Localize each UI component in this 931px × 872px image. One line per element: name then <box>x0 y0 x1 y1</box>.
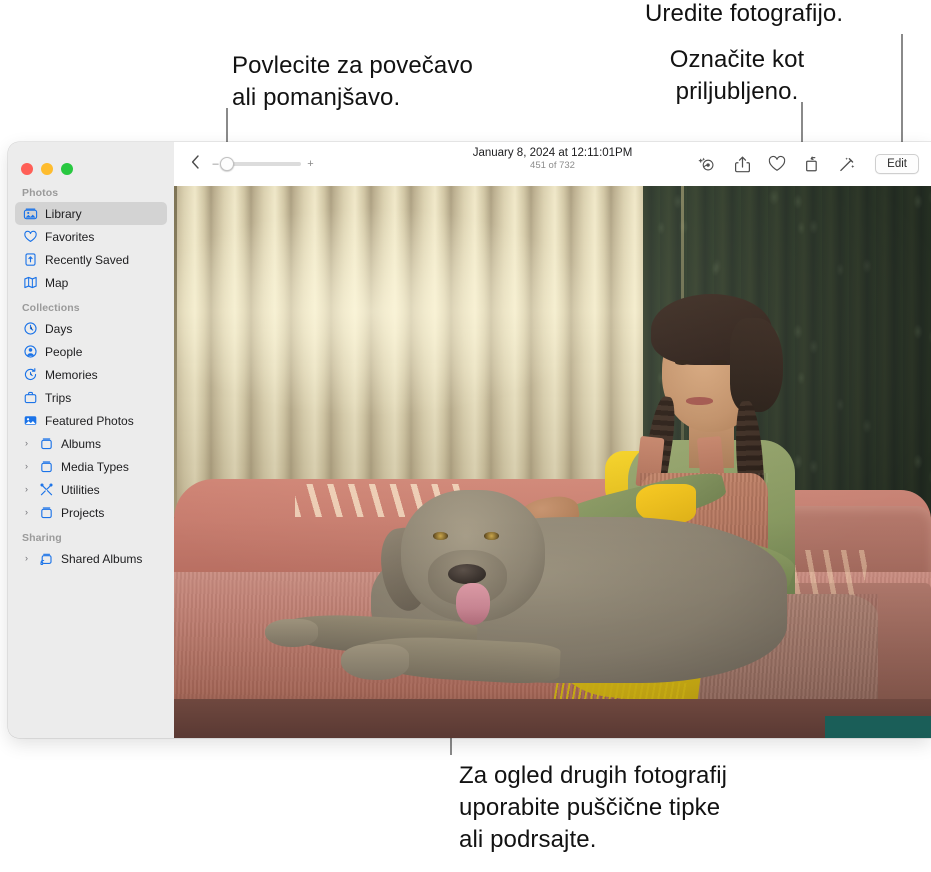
sidebar-item-recently-saved[interactable]: Recently Saved <box>15 248 167 271</box>
sidebar-item-label: Trips <box>45 390 72 405</box>
zoom-slider-thumb[interactable] <box>220 157 234 171</box>
callout-favorite: Označite kot priljubljeno. <box>669 46 805 105</box>
sidebar-item-media-types[interactable]: › Media Types <box>15 455 167 478</box>
chevron-left-icon <box>190 154 201 175</box>
chevron-right-icon[interactable]: › <box>22 439 31 448</box>
sidebar-item-featured-photos[interactable]: Featured Photos <box>15 409 167 432</box>
chevron-right-icon[interactable]: › <box>22 508 31 517</box>
sidebar-item-label: Shared Albums <box>61 551 143 566</box>
shared-album-icon <box>38 551 54 567</box>
minimize-button[interactable] <box>41 162 53 175</box>
chevron-right-icon[interactable]: › <box>22 485 31 494</box>
trips-icon <box>22 390 38 406</box>
photo-color-grade <box>174 186 931 738</box>
callout-navigate: Za ogled drugih fotografij uporabite puš… <box>459 762 728 853</box>
toolbar-actions: Edit <box>698 154 919 174</box>
sidebar-item-label: Map <box>45 275 69 290</box>
sidebar-item-label: Media Types <box>61 459 129 474</box>
zoom-slider-track[interactable] <box>220 157 301 171</box>
heart-icon[interactable] <box>768 155 786 173</box>
sidebar-item-memories[interactable]: Memories <box>15 363 167 386</box>
sidebar-item-label: Featured Photos <box>45 413 134 428</box>
main-area: – + January 8, 2024 at 12:11:01PM 451 of… <box>174 142 931 738</box>
edit-button[interactable]: Edit <box>875 154 919 174</box>
screenshot-root: Povlecite za povečavo ali pomanjšavo. Oz… <box>0 0 931 872</box>
enhance-icon[interactable] <box>838 155 856 173</box>
zoom-out-label[interactable]: – <box>212 158 219 170</box>
memories-icon <box>22 367 38 383</box>
close-button[interactable] <box>21 162 33 175</box>
album-icon <box>38 505 54 521</box>
heart-icon <box>22 229 38 245</box>
sidebar-item-label: Days <box>45 321 73 336</box>
back-button[interactable] <box>182 151 208 177</box>
photos-app-window: Photos Library Favorites Recently Saved <box>8 142 931 738</box>
toolbar: – + January 8, 2024 at 12:11:01PM 451 of… <box>174 142 931 186</box>
chevron-right-icon[interactable]: › <box>22 554 31 563</box>
sidebar-item-map[interactable]: Map <box>15 271 167 294</box>
sidebar-item-shared-albums[interactable]: › Shared Albums <box>15 547 167 570</box>
sidebar-section-sharing: Sharing <box>22 532 62 544</box>
sidebar-item-library[interactable]: Library <box>15 202 167 225</box>
sidebar-item-people[interactable]: People <box>15 340 167 363</box>
person-icon <box>22 344 38 360</box>
sidebar-item-albums[interactable]: › Albums <box>15 432 167 455</box>
sidebar-item-label: Memories <box>45 367 98 382</box>
chevron-right-icon[interactable]: › <box>22 462 31 471</box>
clock-icon <box>22 321 38 337</box>
utilities-icon <box>38 482 54 498</box>
zoom-in-label[interactable]: + <box>307 158 314 170</box>
featured-photos-icon <box>22 413 38 429</box>
album-icon <box>38 459 54 475</box>
live-photo-icon[interactable] <box>698 155 716 173</box>
sidebar: Photos Library Favorites Recently Saved <box>8 142 174 738</box>
zoom-slider-control[interactable]: – + <box>212 157 314 171</box>
library-icon <box>22 206 38 222</box>
sidebar-item-label: Albums <box>61 436 102 451</box>
recently-saved-icon <box>22 252 38 268</box>
callout-zoom-slider: Povlecite za povečavo ali pomanjšavo. <box>232 52 473 111</box>
sidebar-item-favorites[interactable]: Favorites <box>15 225 167 248</box>
map-icon <box>22 275 38 291</box>
sidebar-item-projects[interactable]: › Projects <box>15 501 167 524</box>
sidebar-section-collections: Collections <box>22 302 80 314</box>
rotate-icon[interactable] <box>803 155 821 173</box>
maximize-button[interactable] <box>61 162 73 175</box>
traffic-lights <box>8 151 174 179</box>
sidebar-item-utilities[interactable]: › Utilities <box>15 478 167 501</box>
share-icon[interactable] <box>733 155 751 173</box>
sidebar-item-label: Projects <box>61 505 105 520</box>
sidebar-item-label: Library <box>45 206 82 221</box>
photo-viewer[interactable] <box>174 186 931 738</box>
sidebar-item-label: People <box>45 344 83 359</box>
sidebar-item-trips[interactable]: Trips <box>15 386 167 409</box>
sidebar-item-label: Recently Saved <box>45 252 130 267</box>
album-icon <box>38 436 54 452</box>
sidebar-section-photos: Photos <box>22 187 59 199</box>
callout-edit: Uredite fotografijo. <box>645 0 844 27</box>
sidebar-item-label: Favorites <box>45 229 95 244</box>
sidebar-item-label: Utilities <box>61 482 100 497</box>
sidebar-item-days[interactable]: Days <box>15 317 167 340</box>
